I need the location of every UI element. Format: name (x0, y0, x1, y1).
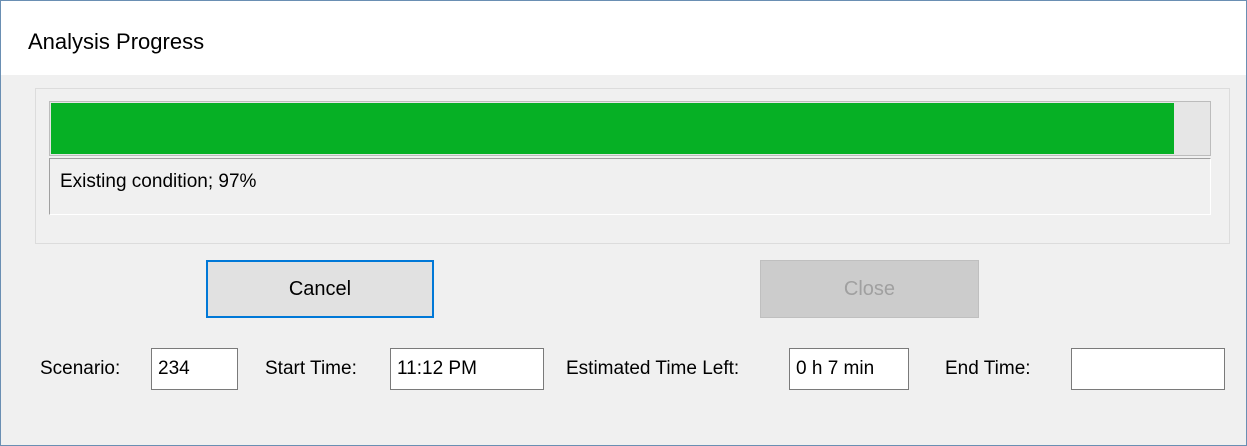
progress-bar-fill (51, 103, 1174, 154)
start-time-label: Start Time: (265, 358, 357, 379)
start-time-field[interactable]: 11:12 PM (390, 348, 544, 390)
close-button: Close (760, 260, 979, 318)
cancel-button[interactable]: Cancel (206, 260, 434, 318)
end-time-label: End Time: (945, 358, 1031, 379)
title-bar: Analysis Progress (1, 1, 1246, 75)
status-box: Existing condition; 97% (49, 158, 1211, 215)
window-title: Analysis Progress (28, 29, 205, 54)
estimated-time-left-label: Estimated Time Left: (566, 358, 740, 379)
scenario-field[interactable]: 234 (151, 348, 238, 390)
progress-bar (49, 101, 1211, 156)
status-text: Existing condition; 97% (60, 171, 257, 192)
analysis-progress-window: Analysis Progress Existing condition; 97… (0, 0, 1247, 446)
estimated-time-left-field[interactable]: 0 h 7 min (789, 348, 909, 390)
end-time-field[interactable] (1071, 348, 1225, 390)
scenario-label: Scenario: (40, 358, 121, 379)
